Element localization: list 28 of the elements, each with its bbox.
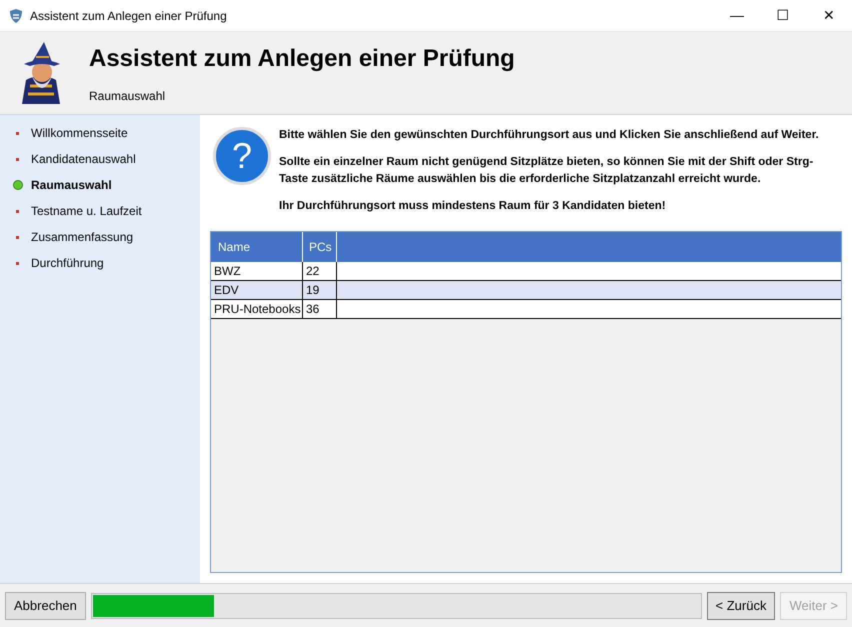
header-title: Assistent zum Anlegen einer Prüfung [89, 44, 515, 74]
table-row[interactable]: EDV 19 [211, 281, 841, 300]
question-icon: ? [213, 127, 271, 185]
table-cell: BWZ [211, 262, 303, 280]
back-button[interactable]: < Zurück [706, 592, 776, 620]
info-text: Ihr Durchführungsort muss mindestens Raum für 3 Kandidaten bieten! [279, 199, 667, 214]
window-title: Assistent zum Anlegen einer Prüfung [30, 8, 227, 24]
info-text: Sollte ein einzelner Raum nicht genügend Sitzplätze bieten, so können Sie mit der Shift oder Strg-Taste zusätzliche Räume auswählen bis die erforderliche Sitzplatzanzahl erreicht wurde. [279, 155, 814, 187]
table-cell: 36 [303, 300, 337, 318]
close-button[interactable]: ✕ [806, 0, 852, 32]
step-label: Kandidatenauswahl [31, 151, 136, 168]
step-label: Zusammenfassung [31, 229, 134, 246]
maximize-button[interactable]: ☐ [760, 0, 806, 32]
table-row[interactable]: BWZ 22 [211, 262, 841, 281]
table-cell: 19 [303, 281, 337, 299]
shield-icon [9, 8, 23, 24]
step-label: Willkommensseite [31, 125, 128, 142]
table-cell: PRU-Notebooks [211, 300, 303, 318]
table-cell: 22 [303, 262, 337, 280]
cancel-button[interactable]: Abbrechen [5, 592, 86, 620]
step-label: Durchführung [31, 255, 104, 272]
info-text: Bitte wählen Sie den gewünschten Durchführungsort aus und Klicken Sie anschließend auf Weiter. [279, 128, 820, 143]
header-subtitle: Raumauswahl [89, 88, 166, 105]
step-label: Testname u. Laufzeit [31, 203, 142, 220]
table-cell: EDV [211, 281, 303, 299]
table-row[interactable]: PRU-Notebooks 36 [211, 300, 841, 319]
minimize-button[interactable]: — [714, 0, 760, 32]
step-label: Raumauswahl [31, 177, 112, 194]
